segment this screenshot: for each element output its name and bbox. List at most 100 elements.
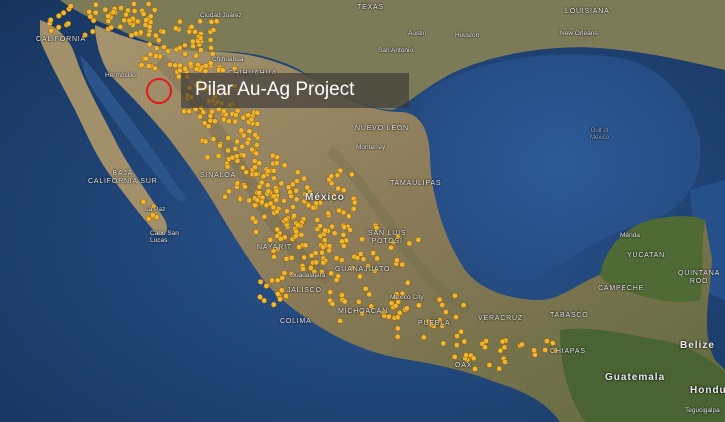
occurrence-dot [92,9,99,16]
occurrence-dot [177,18,183,25]
occurrence-dot [265,188,272,195]
occurrence-dot [207,37,214,43]
occurrence-dot [226,188,232,195]
occurrence-dot [165,48,171,54]
occurrence-dot [454,333,460,339]
occurrence-dot [270,168,277,174]
occurrence-dot [233,153,240,160]
occurrence-dot [147,51,154,58]
occurrence-dot [329,301,336,307]
occurrence-dot [394,333,401,340]
occurrence-dot [327,289,334,296]
occurrence-dot [531,347,537,354]
label-san-luis: SAN LUIS POTOSÍ [368,230,407,245]
occurrence-dot [463,352,469,358]
occurrence-dot [89,28,96,35]
occurrence-dot [281,162,288,169]
occurrence-dot [281,198,287,204]
occurrence-dot [152,65,158,72]
occurrence-dot [452,292,458,299]
occurrence-dot [294,178,300,184]
occurrence-dot [161,44,167,50]
label-chihuahua-city: Chihuahua [212,56,244,63]
label-nuevo-leon: NUEVO LEON [355,125,409,132]
occurrence-dot [210,136,217,142]
label-houston: Houston [455,32,480,39]
occurrence-dot [333,255,340,262]
occurrence-dot [544,338,550,344]
occurrence-dot [320,244,326,250]
occurrence-dot [270,204,277,211]
occurrence-dot [172,62,179,69]
occurrence-dot [350,206,357,212]
occurrence-dot [140,199,147,205]
occurrence-dot [283,216,289,223]
occurrence-dot [208,45,214,51]
occurrence-dot [439,302,446,308]
occurrence-dot [549,340,556,346]
occurrence-dot [470,355,477,362]
occurrence-dot [131,1,137,7]
occurrence-dot [182,51,189,57]
occurrence-dot [239,143,245,150]
occurrence-dot [304,184,311,191]
occurrence-dot [47,17,54,23]
label-texas: TEXAS [357,4,384,11]
occurrence-dot [271,175,277,182]
occurrence-dot [108,24,115,31]
occurrence-dot [460,302,467,308]
label-cabo: Cabo San Lucas [150,230,179,244]
occurrence-dot [329,223,335,230]
occurrence-dot [253,142,260,148]
occurrence-dot [48,27,55,34]
occurrence-dot [370,250,376,256]
occurrence-dot [321,237,328,244]
occurrence-dot [542,347,549,353]
label-chiapas: CHIAPAS [550,348,586,355]
occurrence-dot [181,108,187,115]
occurrence-dot [145,1,152,7]
occurrence-dot [293,187,300,194]
label-quintana-roo: QUINTANA ROO [678,270,721,285]
occurrence-dot [239,164,246,171]
occurrence-dot [325,210,332,217]
occurrence-dot [261,297,268,304]
occurrence-dot [140,11,147,17]
occurrence-dot [217,142,223,149]
occurrence-dot [200,109,207,116]
occurrence-dot [222,193,228,200]
occurrence-dot [482,344,488,351]
occurrence-dot [150,212,156,218]
occurrence-dot [273,160,280,166]
occurrence-dot [320,259,327,266]
occurrence-dot [416,302,422,309]
occurrence-dot [182,42,188,49]
occurrence-dot [341,298,348,305]
occurrence-dot [336,207,342,214]
occurrence-dot [283,255,290,262]
occurrence-dot [461,338,468,345]
occurrence-dot [202,62,209,69]
map-view[interactable]: TEXAS LOUISIANA CALIFORNIA CHIHUAHUA NUE… [0,0,725,422]
occurrence-dot [295,222,301,228]
occurrence-dot [269,152,276,159]
occurrence-dot [360,256,367,263]
occurrence-dot [197,35,204,41]
occurrence-dot [403,305,410,312]
occurrence-dot [263,202,270,209]
label-tegucigalpa: Tegucigalpa [685,407,720,414]
occurrence-dot [198,47,204,53]
occurrence-dot [254,109,261,116]
label-guatemala: Guatemala [605,372,666,383]
occurrence-dot [212,118,218,125]
occurrence-dot [253,171,259,178]
label-mexico-city: Mexico City [390,294,424,301]
occurrence-dot [177,62,183,69]
occurrence-dot [213,18,220,25]
occurrence-dot [472,366,478,372]
occurrence-dot [273,188,280,194]
label-gulf-of-mexico: Gulf of Mexico [590,128,610,141]
occurrence-dot [290,204,296,210]
occurrence-dot [142,22,149,28]
occurrence-dot [232,146,239,152]
